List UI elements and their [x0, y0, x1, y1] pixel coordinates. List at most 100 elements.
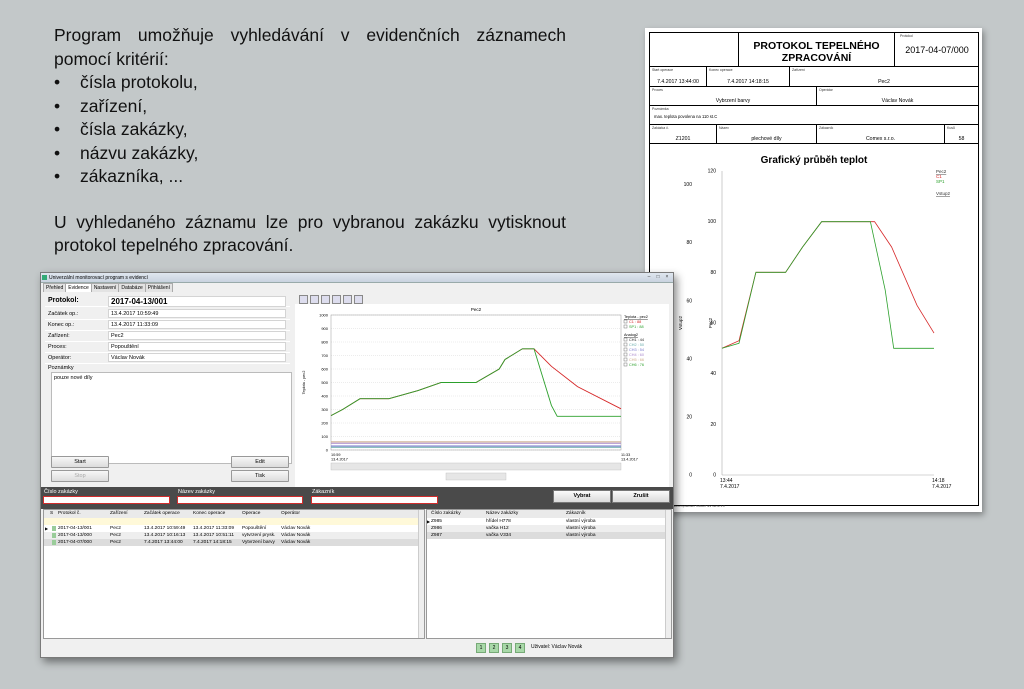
- operator-label: Operátor:: [48, 354, 72, 361]
- select-button[interactable]: Vybrat: [553, 490, 611, 503]
- app-icon: [42, 274, 47, 280]
- report-number-cell: Protokol 2017-04-07/000: [897, 33, 977, 66]
- table-row[interactable]: 2017-04-07/000 Pec2 7.4.2017 13:44:00 7.…: [44, 539, 424, 546]
- cell-operator: Václav Novák: [281, 532, 311, 538]
- report-number-label: Protokol: [900, 34, 913, 38]
- y-tick-label: 300: [321, 407, 328, 412]
- print-button[interactable]: Tisk: [231, 470, 289, 482]
- x-tick-date: 13.4.2017: [621, 458, 638, 462]
- tab-login[interactable]: Přihlášení: [144, 283, 173, 292]
- maximize-button[interactable]: □: [654, 274, 662, 280]
- device-value[interactable]: Pec2: [108, 331, 286, 340]
- col-order-name[interactable]: Název zakázky: [486, 511, 518, 516]
- col-customer[interactable]: Zákazník: [566, 511, 585, 516]
- report-end-label: Konec operace: [709, 68, 733, 72]
- image-icon[interactable]: [321, 295, 330, 304]
- legend-entry: CH1 : 44: [629, 338, 644, 342]
- operator-value[interactable]: Václav Novák: [108, 353, 286, 362]
- cell-start: 13.4.2017 10:16:13: [144, 532, 186, 538]
- x-tick-label: 10:59: [331, 453, 341, 457]
- page-2-button[interactable]: 2: [489, 643, 499, 653]
- row-pointer-icon: ▶: [45, 525, 49, 531]
- chart-scroll-button: [445, 472, 507, 481]
- temperature-chart[interactable]: Pec201002003004005006007008009001000Tepl…: [295, 304, 669, 489]
- record-detail-panel: Protokol: 2017-04-13/001 Začátek op.: 13.4…: [45, 293, 292, 483]
- protocol-table[interactable]: S Protokol č. Zařízení Začátek operace K…: [43, 509, 425, 639]
- tab-settings[interactable]: Nastavení: [90, 283, 120, 292]
- x-tick-date: 7.4.2017: [932, 484, 952, 490]
- vertical-scrollbar[interactable]: [665, 510, 671, 638]
- list-item[interactable]: Z986 vačka H12 vlastní výroba: [427, 525, 671, 532]
- report-order-name-label: Název: [719, 126, 729, 130]
- page-4-button[interactable]: 4: [515, 643, 525, 653]
- col-order-no[interactable]: Číslo zakázky: [431, 511, 461, 516]
- cell-start: 7.4.2017 13:44:00: [144, 539, 183, 545]
- intro-text: Program umožňuje vyhledávání v evidenční…: [54, 24, 566, 258]
- order-table[interactable]: Číslo zakázky Název zakázky Zákazník ▶ Z…: [426, 509, 672, 639]
- process-row: Proces: Popouštění: [45, 342, 290, 353]
- y2-tick-label: 40: [686, 356, 692, 362]
- report-qty: 58: [958, 136, 965, 142]
- start-button[interactable]: Start: [51, 456, 109, 468]
- report-number: 2017-04-07/000: [905, 45, 969, 55]
- col-start[interactable]: Začátek operace: [144, 511, 180, 516]
- edit-button[interactable]: Edit: [231, 456, 289, 468]
- criteria-item: zařízení,: [54, 95, 566, 119]
- start-value[interactable]: 13.4.2017 10:59:49: [108, 309, 286, 318]
- cell-operator: Václav Novák: [281, 525, 311, 531]
- end-value[interactable]: 13.4.2017 11:33:09: [108, 320, 286, 329]
- col-protocol[interactable]: Protokol č.: [58, 511, 81, 516]
- print-icon[interactable]: [343, 295, 352, 304]
- tab-evidence[interactable]: Evidence: [65, 283, 92, 292]
- stop-button[interactable]: Stop: [51, 470, 109, 482]
- notes-textarea[interactable]: pouze nové díly: [51, 372, 292, 464]
- col-operator[interactable]: Operátor: [281, 511, 300, 516]
- cell-customer: vlastní výroba: [566, 525, 596, 531]
- col-device[interactable]: Zařízení: [110, 511, 128, 516]
- clear-button[interactable]: Zrušit: [612, 490, 670, 503]
- report-customer: Comex s.r.o.: [865, 136, 896, 142]
- page-1-button[interactable]: 1: [476, 643, 486, 653]
- order-name-input[interactable]: [177, 496, 303, 504]
- legend-entry: Vstup2: [936, 191, 951, 196]
- chart-tool-icon[interactable]: [299, 295, 308, 304]
- col-s[interactable]: S: [50, 511, 53, 516]
- export-icon[interactable]: [354, 295, 363, 304]
- tab-overview[interactable]: Přehled: [43, 283, 67, 292]
- protocol-value[interactable]: 2017-04-13/001: [108, 296, 286, 307]
- process-value[interactable]: Popouštění: [108, 342, 286, 351]
- list-item[interactable]: ▶ Z985 hřídel H778 vlastní výroba: [427, 518, 671, 525]
- notes-label: Poznámky: [48, 365, 74, 371]
- vertical-scrollbar[interactable]: [418, 510, 424, 638]
- report-chart: 020406080100120020406080100Pec2Vstup213:…: [678, 169, 952, 491]
- col-operation[interactable]: Operace: [242, 511, 260, 516]
- table-filter-row[interactable]: [44, 518, 424, 525]
- criteria-item: čísla zakázky,: [54, 118, 566, 142]
- col-end[interactable]: Konec operace: [193, 511, 225, 516]
- y-tick-label: 700: [321, 353, 328, 358]
- page-3-button[interactable]: 3: [502, 643, 512, 653]
- order-no-input[interactable]: [43, 496, 170, 504]
- tab-database[interactable]: Databáze: [118, 283, 146, 292]
- y-tick-label: 40: [710, 371, 716, 377]
- cell-protocol: 2017-04-13/000: [58, 532, 92, 538]
- cell-device: Pec2: [110, 525, 121, 531]
- minimize-button[interactable]: –: [645, 274, 653, 280]
- close-button[interactable]: ×: [663, 274, 671, 280]
- list-item[interactable]: Z987 vačka V334 vlastní výroba: [427, 532, 671, 539]
- y-tick-label: 400: [321, 394, 328, 399]
- customer-input[interactable]: [311, 496, 438, 504]
- cell-order-name: vačka H12: [486, 525, 509, 531]
- device-row: Zařízení: Pec2: [45, 331, 290, 342]
- order-no-label: Číslo zakázky: [44, 489, 78, 495]
- y-tick-label: 20: [710, 422, 716, 428]
- status-badge: [52, 526, 56, 531]
- copy-icon[interactable]: [332, 295, 341, 304]
- zoom-icon[interactable]: [310, 295, 319, 304]
- table-row[interactable]: ▶ 2017-04-13/001 Pec2 13.4.2017 10:59:49…: [44, 525, 424, 532]
- chart-panel: Pec2 0 100 200 300 400 500 600 700 800 900 1000 Tepl…: [295, 293, 669, 489]
- table-row[interactable]: 2017-04-13/000 Pec2 13.4.2017 10:16:13 1…: [44, 532, 424, 539]
- y-tick-label: 100: [708, 219, 717, 225]
- protocol-label: Protokol:: [48, 297, 79, 304]
- chart-navigation-bar: [330, 462, 622, 471]
